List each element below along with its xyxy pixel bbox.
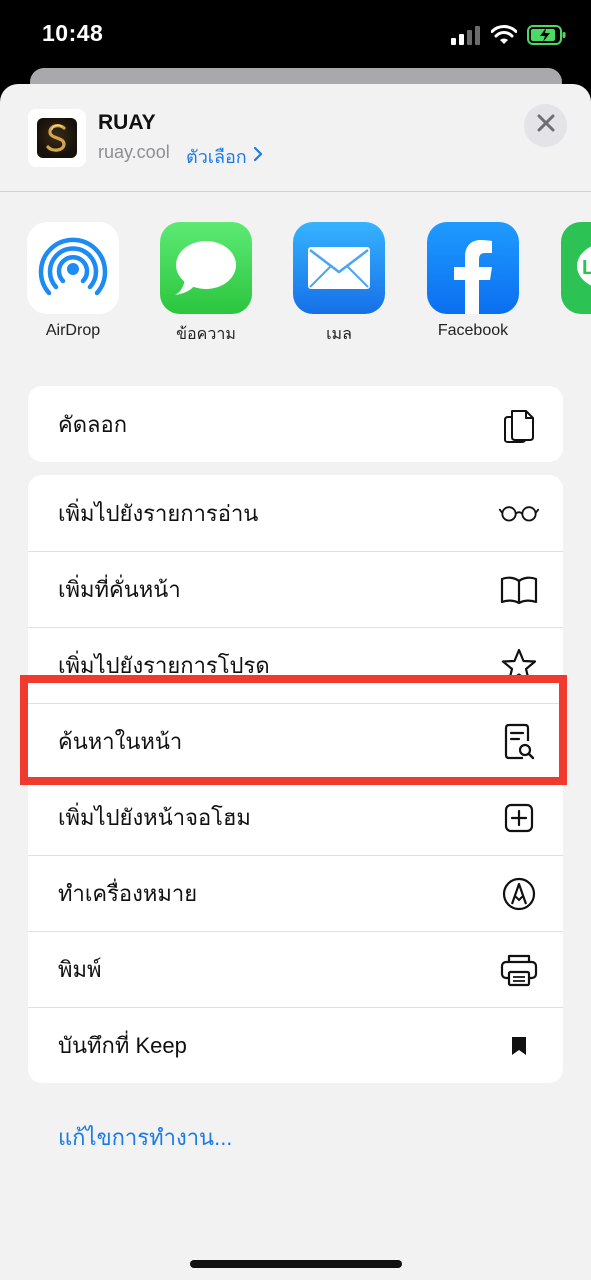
share-target-label: AirDrop [45, 322, 101, 339]
ruay-logo-icon [46, 124, 66, 152]
action-label: ค้นหาในหน้า [58, 729, 183, 754]
copy-icon [499, 404, 539, 444]
options-label: ตัวเลือก [186, 147, 247, 167]
action-add-reading-list[interactable]: เพิ่มไปยังรายการอ่าน [28, 475, 563, 551]
action-save-to-keep[interactable]: บันทึกที่ Keep [28, 1007, 563, 1083]
find-in-page-icon [499, 722, 539, 762]
edit-actions-link[interactable]: แก้ไขการทำงาน... [58, 1120, 232, 1155]
airdrop-icon [27, 222, 119, 314]
share-target-airdrop[interactable]: AirDrop [13, 222, 133, 340]
close-icon [537, 114, 555, 137]
action-label: พิมพ์ [58, 957, 102, 982]
page-title: RUAY [98, 111, 156, 134]
action-add-bookmark[interactable]: เพิ่มที่คั่นหน้า [28, 551, 563, 627]
action-label: ทำเครื่องหมาย [58, 881, 198, 906]
action-label: เพิ่มไปยังรายการโปรด [58, 653, 270, 678]
action-label: เพิ่มไปยังหน้าจอโฮม [58, 805, 251, 830]
options-link[interactable]: ตัวเลือก [186, 142, 263, 171]
star-icon [499, 646, 539, 686]
action-copy[interactable]: คัดลอก [28, 386, 563, 462]
action-label: เพิ่มไปยังรายการอ่าน [58, 500, 259, 526]
status-time: 10:48 [42, 20, 104, 46]
messages-icon [160, 222, 252, 314]
action-add-to-home-screen[interactable]: เพิ่มไปยังหน้าจอโฮม [28, 779, 563, 855]
bookmark-icon [499, 1026, 539, 1066]
wifi-icon [490, 25, 518, 50]
action-label: เพิ่มที่คั่นหน้า [58, 577, 181, 602]
actions-group-main: เพิ่มไปยังรายการอ่าน เพิ่มที่คั่นหน้า เพ… [28, 475, 563, 1083]
glasses-icon [499, 493, 539, 533]
share-target-label: ข้อความ [176, 326, 236, 343]
action-label: บันทึกที่ Keep [58, 1033, 187, 1058]
svg-text:LINE: LINE [582, 257, 591, 279]
battery-icon [527, 24, 567, 51]
page-url: ruay.cool [98, 142, 170, 162]
site-icon [28, 109, 86, 167]
close-button[interactable] [524, 104, 567, 147]
markup-icon [499, 874, 539, 914]
add-square-icon [499, 798, 539, 838]
share-target-label: Facebook [437, 322, 509, 339]
line-icon: LINE [561, 222, 591, 314]
share-sheet: RUAY ruay.cool ตัวเลือก AirDrop ข้อความ … [0, 84, 591, 1280]
signal-icon [451, 25, 481, 50]
share-target-label: เมล [326, 326, 352, 343]
status-icons [451, 24, 567, 51]
actions-group-copy: คัดลอก [28, 386, 563, 462]
share-target-line[interactable]: LINE [547, 222, 591, 322]
facebook-icon [427, 222, 519, 314]
action-add-favorites[interactable]: เพิ่มไปยังรายการโปรด [28, 627, 563, 703]
action-print[interactable]: พิมพ์ [28, 931, 563, 1007]
action-markup[interactable]: ทำเครื่องหมาย [28, 855, 563, 931]
share-target-messages[interactable]: ข้อความ [146, 222, 266, 347]
share-target-facebook[interactable]: Facebook [413, 222, 533, 340]
printer-icon [499, 950, 539, 990]
book-icon [499, 570, 539, 610]
action-label: คัดลอก [58, 411, 128, 437]
share-sheet-header: RUAY ruay.cool ตัวเลือก [0, 84, 591, 192]
chevron-right-icon [253, 146, 263, 167]
mail-icon [293, 222, 385, 314]
status-bar: 10:48 [0, 0, 591, 70]
home-indicator[interactable] [190, 1260, 402, 1268]
share-target-mail[interactable]: เมล [279, 222, 399, 347]
share-targets-row: AirDrop ข้อความ เมล Facebook L [0, 222, 591, 352]
action-find-in-page[interactable]: ค้นหาในหน้า [28, 703, 563, 779]
